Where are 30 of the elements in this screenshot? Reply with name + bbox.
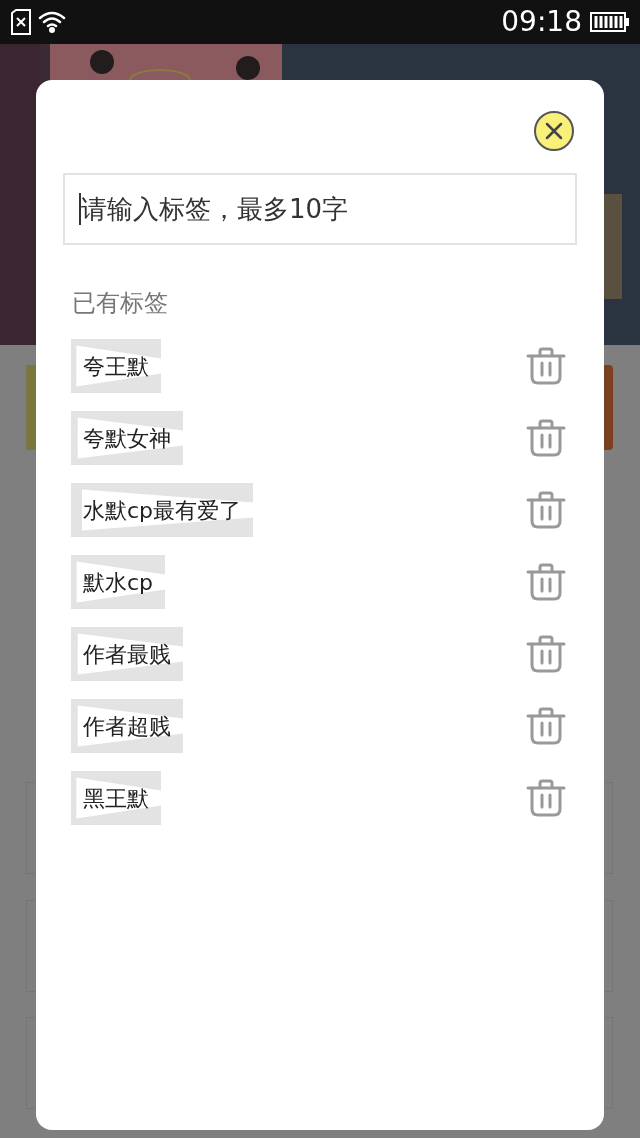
tag-chip[interactable]: 作者最贱 — [71, 627, 183, 681]
tag-input-field[interactable]: 请输入标签，最多10字 — [63, 173, 577, 245]
wifi-icon — [38, 10, 66, 34]
trash-icon — [526, 563, 566, 601]
trash-icon — [526, 635, 566, 673]
trash-button[interactable] — [525, 345, 567, 387]
text-cursor — [79, 193, 81, 225]
section-title: 已有标签 — [72, 288, 169, 319]
trash-icon — [526, 707, 566, 745]
clock-time: 09:18 — [501, 4, 582, 40]
trash-icon — [526, 347, 566, 385]
trash-button[interactable] — [525, 777, 567, 819]
trash-button[interactable] — [525, 561, 567, 603]
trash-button[interactable] — [525, 633, 567, 675]
trash-button[interactable] — [525, 705, 567, 747]
tag-chip[interactable]: 作者超贱 — [71, 699, 183, 753]
tag-chip[interactable]: 默水cp — [71, 555, 166, 609]
close-icon — [545, 122, 563, 140]
trash-icon — [526, 779, 566, 817]
close-button[interactable] — [534, 111, 574, 151]
sim-card-icon — [10, 9, 32, 35]
trash-button[interactable] — [525, 489, 567, 531]
tag-chip[interactable]: 黑王默 — [71, 771, 161, 825]
tag-chip[interactable]: 夸默女神 — [71, 411, 183, 465]
trash-icon — [526, 419, 566, 457]
trash-icon — [526, 491, 566, 529]
tag-chip[interactable]: 夸王默 — [71, 339, 161, 393]
trash-button[interactable] — [525, 417, 567, 459]
tag-chip[interactable]: 水默cp最有爱了 — [71, 483, 254, 537]
battery-icon — [590, 12, 630, 32]
